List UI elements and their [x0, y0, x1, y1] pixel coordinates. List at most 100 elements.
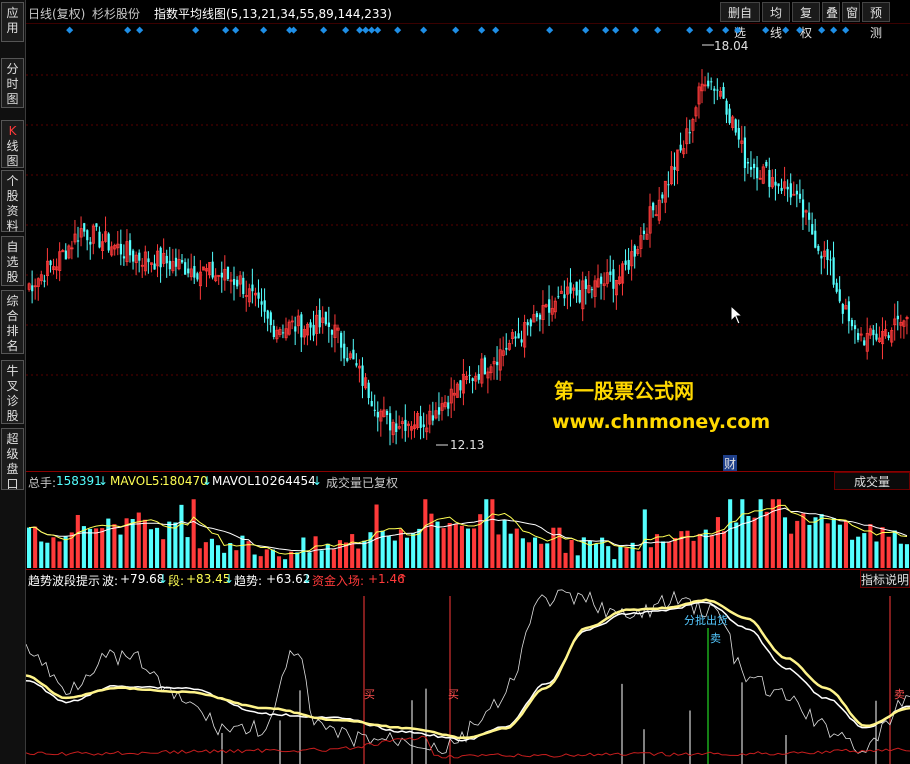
candle-body: [159, 247, 162, 268]
candle-body: [196, 273, 199, 280]
signal-diamond-icon: [452, 26, 460, 34]
sell-signal-label: 卖: [894, 688, 905, 701]
kline-chart[interactable]: 18.04 12.13 财 第一股票公式网 www.chnmoney.com: [26, 25, 910, 472]
candle-body: [786, 186, 789, 190]
candle-body: [431, 415, 435, 421]
sidebar-tab-ranking[interactable]: 综合排名: [1, 290, 24, 354]
signal-diamond-icon: [492, 26, 500, 34]
candle-body: [373, 409, 376, 411]
candle-body: [459, 380, 462, 391]
mavol5-label: MAVOL5:: [110, 474, 164, 488]
volume-bar: [45, 542, 50, 568]
candle-body: [129, 240, 132, 256]
candle-body: [569, 282, 572, 294]
volume-bar: [569, 539, 574, 568]
indicator-title[interactable]: 指数平均线图(5,13,21,34,55,89,144,233): [154, 5, 392, 22]
candle-body: [184, 262, 187, 275]
candle-body: [95, 223, 98, 227]
volume-bar: [612, 559, 617, 568]
signal-diamond-icon: [796, 26, 804, 34]
volume-bar: [728, 499, 733, 568]
indicator-help-tab[interactable]: 指标说明: [860, 570, 910, 588]
volume-bar: [673, 537, 678, 568]
volume-bar: [484, 499, 489, 568]
sidebar-tab-diagnosis[interactable]: 牛叉诊股: [1, 360, 24, 424]
candle-body: [688, 132, 691, 134]
candle-body: [850, 319, 854, 327]
delete-watchlist-button[interactable]: 删自选: [720, 2, 760, 40]
candle-body: [847, 301, 851, 322]
down-arrow-icon: ↓: [224, 572, 235, 586]
volume-bar: [39, 541, 44, 568]
volume-bar: [276, 556, 282, 568]
period-label[interactable]: 日线(复权): [28, 5, 85, 22]
indicator-chart[interactable]: 买 买 分批出货 卖 卖: [25, 588, 910, 764]
candle-body: [324, 311, 327, 325]
volume-bar: [215, 545, 221, 568]
candle-body: [370, 400, 373, 407]
volume-bar: [843, 520, 849, 568]
overlay-button[interactable]: 叠: [822, 2, 840, 22]
signal-diamond-icon: [192, 26, 200, 34]
volume-bar: [173, 522, 178, 568]
volume-bar: [167, 521, 172, 568]
candle-body: [520, 339, 523, 343]
volume-bar: [185, 537, 190, 568]
candle-body: [734, 119, 737, 133]
restore-rights-button[interactable]: 复权: [792, 2, 820, 40]
sidebar-tab-watchlist[interactable]: 自选股: [1, 236, 24, 286]
candle-body: [300, 314, 303, 338]
sell-signal-label: 卖: [710, 632, 721, 645]
window-button[interactable]: 窗: [842, 2, 860, 22]
sidebar-tab-char: K: [8, 124, 17, 138]
candle-body: [138, 252, 141, 261]
forecast-button[interactable]: 预测: [862, 2, 890, 40]
candle-body: [385, 410, 389, 415]
candle-body: [343, 343, 346, 359]
volume-bar: [904, 544, 909, 568]
candle-body: [590, 289, 594, 291]
volume-bar: [191, 499, 196, 568]
candle-body: [548, 299, 551, 313]
ma-button[interactable]: 均线: [762, 2, 790, 40]
volume-bar: [398, 529, 403, 568]
candle-body: [327, 322, 331, 327]
volume-bar: [679, 531, 684, 568]
volume-bar: [63, 536, 68, 568]
sidebar-tab-intraday[interactable]: 分时图: [1, 58, 24, 108]
candle-body: [483, 357, 487, 375]
volume-bar: [252, 554, 257, 568]
volume-bar: [526, 542, 532, 568]
volume-bar: [795, 520, 800, 568]
sidebar-tab-char: 线: [6, 139, 19, 153]
volume-bar: [734, 522, 739, 568]
candle-body: [535, 313, 539, 318]
volume-bar: [801, 513, 806, 568]
candle-body: [768, 170, 771, 187]
sidebar-tab-stock-info[interactable]: 个股资料: [1, 170, 24, 233]
kline-plot: [26, 26, 910, 446]
up-arrow-icon: ↑: [398, 572, 409, 586]
financial-report-marker[interactable]: 财: [723, 455, 738, 472]
sidebar-tab-apps[interactable]: 应用: [1, 2, 24, 42]
volume-bar: [301, 537, 306, 568]
volume-bar: [661, 541, 666, 568]
signal-diamond-icon: [612, 26, 620, 34]
candle-body: [832, 257, 835, 285]
trend-label: 趋势:: [234, 574, 263, 588]
candle-body: [281, 332, 285, 334]
candle-body: [236, 279, 239, 287]
volume-bar: [155, 527, 160, 568]
volume-bar: [856, 536, 861, 568]
volume-tab[interactable]: 成交量: [834, 472, 910, 490]
volume-bar: [142, 519, 147, 568]
sidebar-tab-kline[interactable]: K线图: [1, 120, 24, 168]
volume-bar: [807, 524, 812, 568]
candle-body: [86, 230, 89, 241]
candle-body: [829, 259, 832, 261]
volume-bar: [161, 539, 166, 568]
candle-body: [168, 260, 171, 270]
volume-chart[interactable]: [26, 490, 910, 568]
sidebar-tab-super-quote[interactable]: 超级盘口: [1, 428, 24, 491]
volume-bar: [404, 537, 410, 568]
